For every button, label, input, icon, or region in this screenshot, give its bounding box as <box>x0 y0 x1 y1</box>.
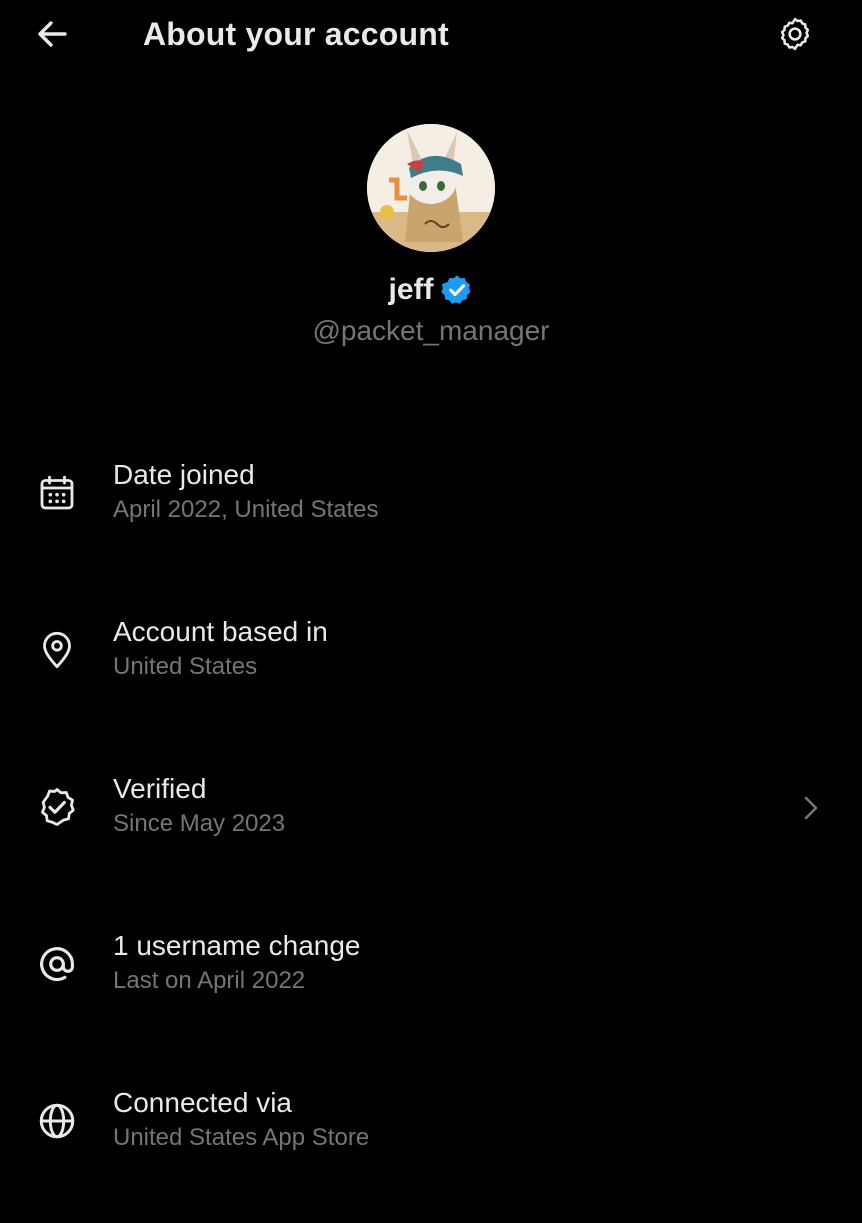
list-item-text: Connected via United States App Store <box>113 1086 369 1154</box>
list-item-connected-via: Connected via United States App Store <box>0 1066 862 1223</box>
gear-icon <box>780 17 810 51</box>
list-item-subtitle: Since May 2023 <box>113 810 286 837</box>
chevron-right-icon[interactable] <box>796 790 826 826</box>
list-item-title: Verified <box>113 773 207 804</box>
list-item-title: 1 username change <box>113 930 361 961</box>
back-button[interactable] <box>30 14 74 54</box>
list-item-subtitle: United States <box>113 653 258 680</box>
location-pin-icon <box>34 627 80 673</box>
list-item-text: Date joined April 2022, United States <box>113 458 379 526</box>
account-info-list: Date joined April 2022, United States Ac… <box>0 438 862 1223</box>
calendar-icon <box>34 470 80 516</box>
verified-badge-icon <box>34 784 80 830</box>
arrow-left-icon <box>38 21 67 47</box>
list-item-subtitle: April 2022, United States <box>113 496 379 523</box>
display-name: jeff <box>388 273 434 306</box>
verified-badge-icon[interactable] <box>440 273 474 307</box>
list-item-date-joined: Date joined April 2022, United States <box>0 438 862 595</box>
settings-button[interactable] <box>772 12 818 56</box>
avatar-image <box>367 124 495 252</box>
page-title: About your account <box>143 16 449 52</box>
list-item-text: Account based in United States <box>113 615 328 683</box>
profile-summary: jeff @packet_manager <box>0 124 862 348</box>
globe-icon <box>34 1098 80 1144</box>
username-handle: @packet_manager <box>312 315 550 346</box>
list-item-text: Verified Since May 2023 <box>113 772 285 840</box>
list-item-verified[interactable]: Verified Since May 2023 <box>0 752 862 909</box>
at-sign-icon <box>34 941 80 987</box>
list-item-title: Account based in <box>113 616 328 647</box>
list-item-title: Connected via <box>113 1087 293 1118</box>
list-item-account-based-in: Account based in United States <box>0 595 862 752</box>
list-item-subtitle: Last on April 2022 <box>113 967 306 994</box>
name-row: jeff <box>0 272 862 308</box>
list-item-title: Date joined <box>113 459 255 490</box>
list-item-text: 1 username change Last on April 2022 <box>113 929 361 997</box>
list-item-subtitle: United States App Store <box>113 1124 370 1151</box>
top-bar: About your account <box>0 0 862 68</box>
avatar[interactable] <box>367 124 495 252</box>
list-item-username-change: 1 username change Last on April 2022 <box>0 909 862 1066</box>
